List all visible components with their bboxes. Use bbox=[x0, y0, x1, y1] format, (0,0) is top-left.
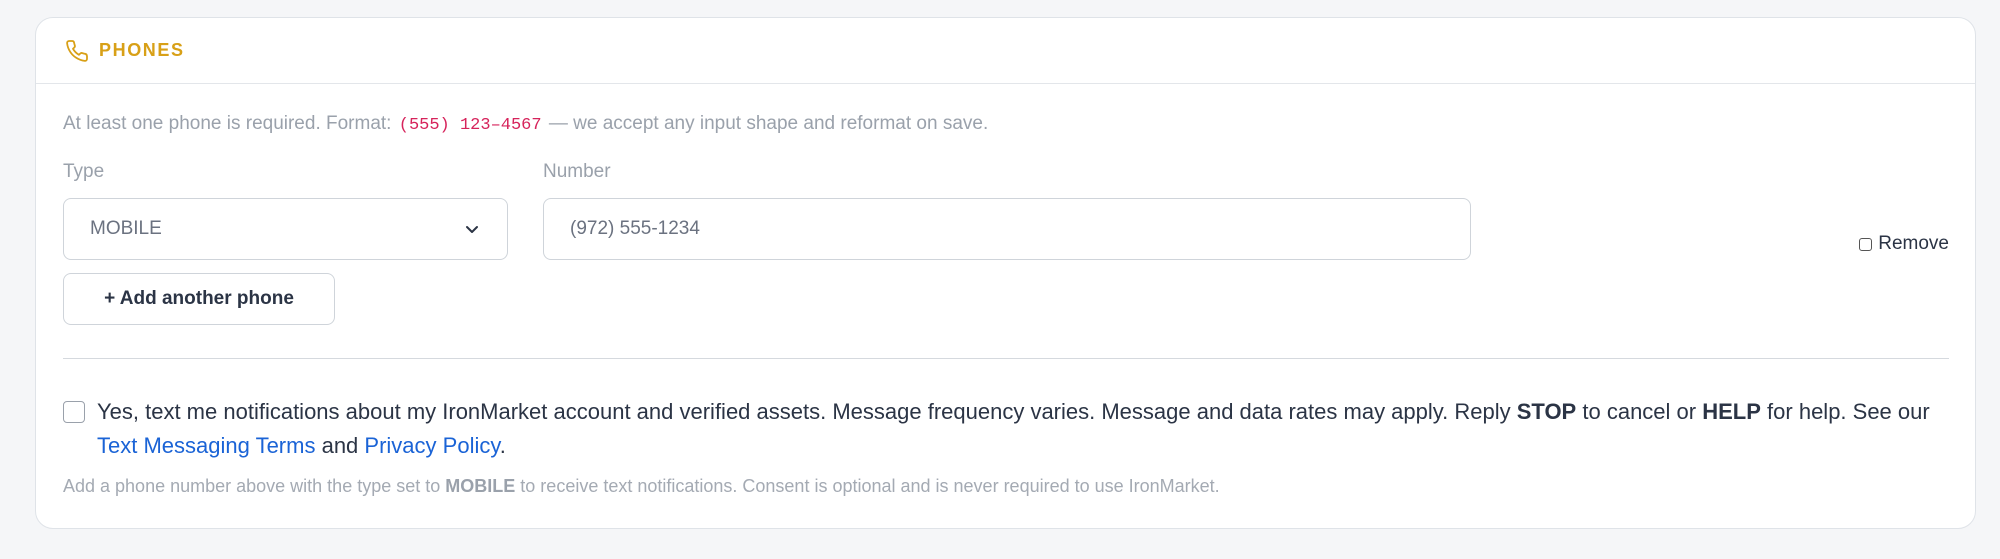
section-title: PHONES bbox=[99, 40, 185, 60]
consent-text-part: to cancel or bbox=[1582, 399, 1697, 424]
phone-icon bbox=[65, 39, 89, 63]
format-hint: At least one phone is required. Format: … bbox=[63, 113, 988, 135]
remove-checkbox[interactable] bbox=[1859, 237, 1873, 251]
text-messaging-terms-link[interactable]: Text Messaging Terms bbox=[97, 433, 315, 458]
type-label: Type bbox=[63, 161, 105, 182]
phone-type-select[interactable]: MOBILE bbox=[63, 198, 508, 260]
phone-type-value: MOBILE bbox=[90, 218, 162, 239]
sms-consent-checkbox[interactable] bbox=[63, 401, 85, 423]
section-divider bbox=[63, 358, 1949, 359]
hint-suffix: — we accept any input shape and reformat… bbox=[548, 113, 989, 134]
number-label: Number bbox=[543, 161, 611, 182]
add-another-phone-button[interactable]: + Add another phone bbox=[63, 273, 335, 325]
consent-period: . bbox=[499, 433, 506, 458]
hint-prefix: At least one phone is required. Format: bbox=[63, 113, 392, 134]
help-keyword: HELP bbox=[1702, 399, 1761, 424]
card-header: PHONES bbox=[36, 18, 1975, 84]
phones-card: PHONES At least one phone is required. F… bbox=[35, 17, 1976, 529]
footnote-prefix: Add a phone number above with the type s… bbox=[63, 476, 441, 496]
footnote-emphasis: MOBILE bbox=[445, 476, 516, 496]
consent-text-part: and bbox=[321, 433, 359, 458]
stop-keyword: STOP bbox=[1516, 399, 1577, 424]
phone-number-input[interactable] bbox=[543, 198, 1471, 260]
remove-label: Remove bbox=[1878, 233, 1949, 254]
sms-consent-text: Yes, text me notifications about my Iron… bbox=[97, 395, 1957, 463]
privacy-policy-link[interactable]: Privacy Policy bbox=[364, 433, 499, 458]
consent-text-part: for help. See our bbox=[1767, 399, 1930, 424]
sms-footnote: Add a phone number above with the type s… bbox=[63, 476, 1220, 497]
remove-phone-toggle[interactable]: Remove bbox=[1859, 233, 1949, 255]
footnote-suffix: to receive text notifications. Consent i… bbox=[520, 476, 1220, 496]
chevron-down-icon bbox=[463, 220, 481, 238]
consent-text-part: Yes, text me notifications about my Iron… bbox=[97, 399, 1511, 424]
format-example: (555) 123–4567 bbox=[398, 116, 542, 135]
